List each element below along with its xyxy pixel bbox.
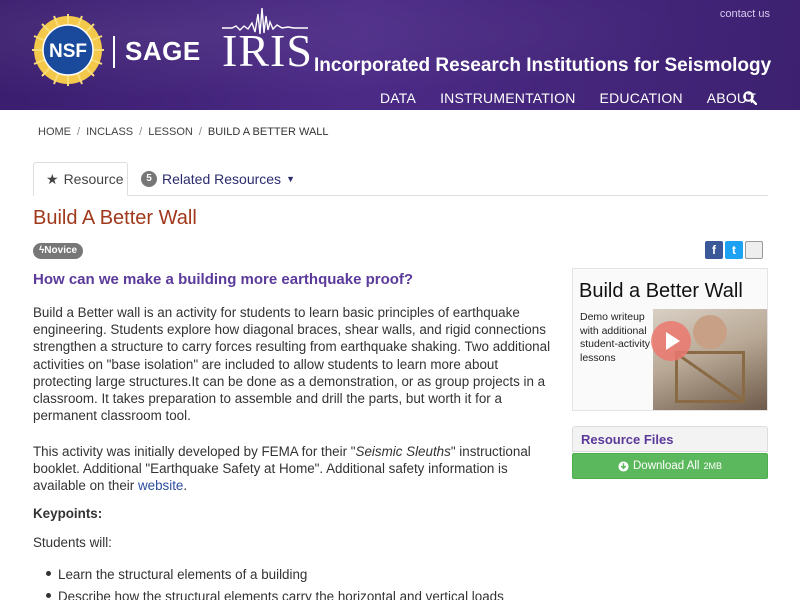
breadcrumb: HOME / INCLASS / LESSON / BUILD A BETTER…	[38, 126, 329, 138]
site-header: contact us NSF SAGE IRIS Incorporated Re…	[0, 0, 800, 110]
origin-paragraph: This activity was initially developed by…	[33, 444, 531, 494]
tab-related-resources[interactable]: 5 Related Resources ▼	[129, 162, 307, 196]
keypoints-list: Learn the structural elements of a build…	[46, 564, 504, 600]
breadcrumb-separator: /	[139, 126, 143, 138]
video-description: Demo writeup with additional student-act…	[580, 311, 651, 364]
download-all-button[interactable]: Download All 2MB	[572, 453, 768, 479]
guiding-question: How can we make a building more earthqua…	[33, 271, 414, 288]
main-nav: DATA INSTRUMENTATION EDUCATION ABOUT	[380, 90, 756, 106]
description-paragraph: Build a Better wall is an activity for s…	[33, 305, 551, 424]
page-title: Build A Better Wall	[33, 207, 197, 229]
tab-resource-label: Resource	[63, 171, 124, 187]
social-share: f t	[705, 241, 763, 259]
breadcrumb-separator: /	[77, 126, 81, 138]
svg-text:NSF: NSF	[49, 41, 87, 62]
wall-model-image	[675, 351, 745, 403]
nsf-logo[interactable]: NSF	[32, 14, 104, 86]
star-icon: ★	[46, 170, 59, 187]
facebook-icon[interactable]: f	[705, 241, 723, 259]
resource-files-title: Resource Files	[581, 432, 674, 447]
nav-education[interactable]: EDUCATION	[600, 90, 683, 106]
classroom-icon[interactable]	[745, 241, 763, 259]
website-link[interactable]: website	[138, 478, 183, 493]
resource-files-panel: Resource Files	[572, 426, 768, 452]
list-item: Learn the structural elements of a build…	[46, 564, 504, 586]
nav-instrumentation[interactable]: INSTRUMENTATION	[440, 90, 575, 106]
keypoints-heading: Keypoints:	[33, 506, 103, 521]
presenter-image	[693, 315, 727, 349]
twitter-icon[interactable]: t	[725, 241, 743, 259]
download-size: 2MB	[703, 461, 722, 471]
play-icon[interactable]	[651, 321, 691, 361]
video-title: Build a Better Wall	[579, 280, 743, 302]
breadcrumb-separator: /	[198, 126, 202, 138]
iris-logo[interactable]: IRIS	[222, 28, 313, 74]
list-item: Describe how the structural elements car…	[46, 586, 504, 600]
caret-down-icon: ▼	[286, 174, 295, 184]
related-count-badge: 5	[141, 171, 157, 187]
tab-resource[interactable]: ★ Resource	[33, 162, 128, 196]
breadcrumb-inclass[interactable]: INCLASS	[86, 126, 133, 138]
organization-name: Incorporated Research Institutions for S…	[314, 55, 772, 76]
search-icon[interactable]	[743, 91, 757, 105]
download-icon	[618, 460, 629, 472]
level-badge: ϟNovice	[33, 243, 84, 259]
contact-us-link[interactable]: contact us	[720, 8, 770, 20]
resource-tabs: ★ Resource 5 Related Resources ▼	[33, 162, 768, 196]
breadcrumb-lesson[interactable]: LESSON	[148, 126, 193, 138]
logo-divider	[113, 36, 115, 68]
tab-related-label: Related Resources	[162, 171, 282, 187]
breadcrumb-home[interactable]: HOME	[38, 126, 71, 138]
students-will-label: Students will:	[33, 535, 112, 550]
download-all-label: Download All	[633, 460, 700, 472]
nav-data[interactable]: DATA	[380, 90, 416, 106]
video-thumbnail[interactable]: Build a Better Wall Demo writeup with ad…	[572, 268, 768, 411]
breadcrumb-current: BUILD A BETTER WALL	[207, 126, 329, 138]
sage-logo[interactable]: SAGE	[125, 36, 201, 67]
